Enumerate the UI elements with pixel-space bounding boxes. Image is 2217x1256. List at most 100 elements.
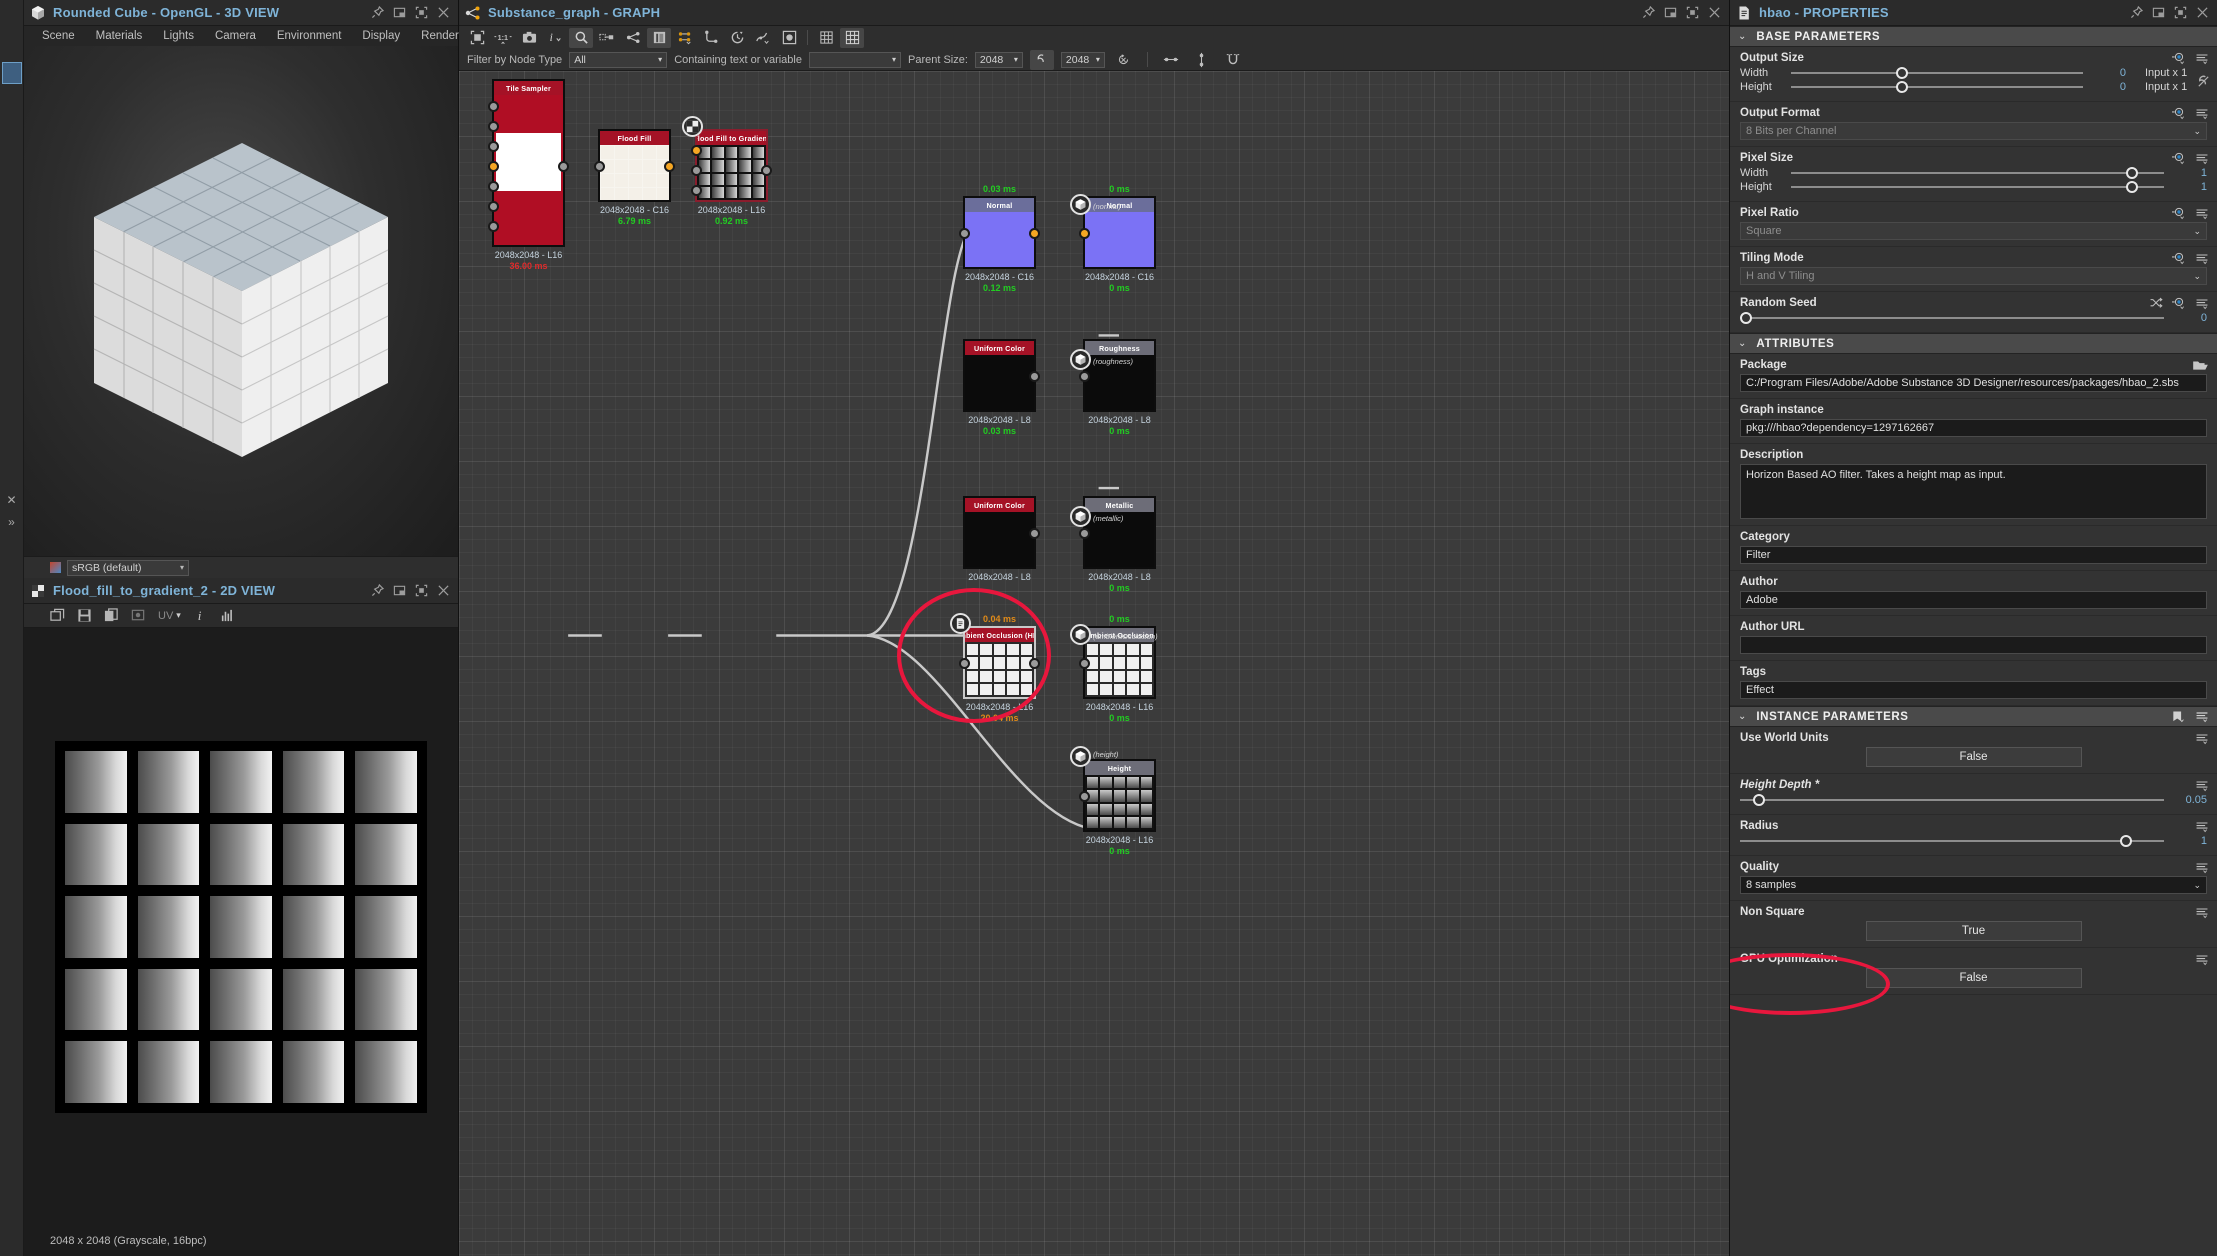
filter-text-input[interactable]: ▾ (808, 51, 901, 68)
close-icon[interactable] (437, 584, 450, 597)
tiling-mode-select[interactable]: H and V Tiling ⌄ (1740, 267, 2207, 285)
author-url-input[interactable] (1740, 636, 2207, 654)
maximize-icon[interactable] (2174, 6, 2187, 19)
slider-knob[interactable] (1896, 81, 1909, 93)
maximize-icon[interactable] (415, 6, 428, 19)
node-input-port[interactable] (488, 101, 499, 112)
height-slider[interactable] (1791, 81, 2083, 93)
uv-select[interactable]: UV ▾ (158, 610, 181, 622)
node-output-port[interactable] (1029, 371, 1040, 382)
info-icon[interactable]: i (193, 608, 208, 623)
slider-knob[interactable] (2126, 167, 2138, 179)
parameter-menu-icon[interactable] (2195, 732, 2209, 745)
search-icon[interactable] (569, 27, 593, 48)
maximize-icon[interactable] (1686, 6, 1699, 19)
slider-knob[interactable] (1752, 794, 1765, 806)
node-input-port[interactable] (1079, 658, 1090, 669)
expose-parameter-icon[interactable] (2172, 252, 2186, 265)
expose-parameter-icon[interactable] (2172, 297, 2186, 310)
node-box[interactable]: Uniform Color (963, 339, 1040, 412)
close-icon[interactable] (1708, 6, 1721, 19)
info-dropdown-icon[interactable]: i (543, 28, 567, 48)
use-world-units-toggle[interactable]: False (1865, 747, 2082, 767)
chevron-down-icon[interactable]: ⌄ (1738, 31, 1746, 42)
description-textarea[interactable]: Horizon Based AO filter. Takes a height … (1740, 464, 2207, 519)
bookmark-icon[interactable] (2171, 710, 2185, 723)
close-icon[interactable] (437, 6, 450, 19)
node-roughness-output[interactable]: Roughness (roughness) 2048x2048 - L8 0 m… (1070, 339, 1156, 436)
expose-parameter-icon[interactable] (2172, 107, 2186, 120)
node-box[interactable]: Flood Fill to Gradient (691, 129, 772, 202)
folder-open-icon[interactable] (2192, 359, 2209, 372)
node-flood-fill-to-gradient[interactable]: Flood Fill to Gradient 2048x2048 - L (682, 116, 772, 226)
section-attributes[interactable]: ⌄ ATTRIBUTES (1730, 333, 2217, 354)
quality-select[interactable]: 8 samples ⌄ (1740, 876, 2207, 894)
node-flood-fill[interactable]: Flood Fill 2048x2048 - C16 6.79 ms (594, 129, 675, 226)
node-input-port[interactable] (488, 121, 499, 132)
parameter-menu-icon[interactable] (2195, 252, 2209, 265)
copy-icon[interactable] (104, 608, 119, 623)
node-box[interactable]: Tile Sampler (488, 79, 569, 247)
histogram-icon[interactable] (220, 608, 235, 623)
expose-parameter-icon[interactable] (2172, 207, 2186, 220)
view-3d-viewport[interactable] (24, 46, 458, 556)
slider-knob[interactable] (2126, 181, 2138, 193)
parameter-menu-icon[interactable] (2195, 820, 2209, 833)
node-output-port[interactable] (1029, 228, 1040, 239)
pin-icon[interactable] (371, 6, 384, 19)
rail-active-indicator[interactable] (1, 62, 22, 84)
grid-visibility-icon[interactable] (840, 27, 864, 48)
node-output-port[interactable] (558, 161, 569, 172)
node-output-port[interactable] (1029, 658, 1040, 669)
node-output-badge[interactable] (1070, 506, 1091, 527)
parameter-menu-icon[interactable] (2195, 107, 2209, 120)
parameter-menu-icon[interactable] (2195, 906, 2209, 919)
parameter-menu-icon[interactable] (2195, 152, 2209, 165)
link-values-icon[interactable] (2196, 74, 2211, 89)
gpu-optimization-toggle[interactable]: False (1865, 968, 2082, 988)
height-depth-slider[interactable] (1740, 794, 2164, 806)
node-input-port[interactable] (959, 228, 970, 239)
menu-environment[interactable]: Environment (277, 30, 342, 42)
duplicate-view-icon[interactable] (50, 608, 65, 623)
close-icon[interactable] (2196, 6, 2209, 19)
node-normal-filter[interactable]: 0.03 ms Normal 2048x2048 - C16 0.12 ms (959, 184, 1040, 293)
fit-view-icon[interactable] (465, 28, 489, 48)
node-output-badge[interactable] (1070, 746, 1091, 767)
grid-snap-icon[interactable] (814, 28, 838, 48)
curve-tool-icon[interactable] (751, 28, 775, 48)
pin-icon[interactable] (2130, 6, 2143, 19)
timing-icon[interactable] (725, 28, 749, 48)
pin-icon[interactable] (371, 584, 384, 597)
node-box[interactable]: Height (1079, 759, 1156, 832)
node-input-port[interactable] (488, 161, 499, 172)
non-square-toggle[interactable]: True (1865, 921, 2082, 941)
rail-close-icon[interactable]: ✕ (6, 494, 16, 506)
one-to-one-zoom-icon[interactable]: 1:1 (491, 28, 515, 48)
height-depth-value[interactable]: 0.05 (2173, 794, 2207, 806)
section-base-parameters[interactable]: ⌄ BASE PARAMETERS (1730, 26, 2217, 47)
chevron-down-icon[interactable]: ⌄ (1738, 711, 1746, 722)
filter-node-type-select[interactable]: All ▾ (569, 51, 668, 68)
parameter-menu-icon[interactable] (2195, 953, 2209, 966)
package-path-input[interactable]: C:/Program Files/Adobe/Adobe Substance 3… (1740, 374, 2207, 392)
parameter-menu-icon[interactable] (2195, 861, 2209, 874)
node-input-port[interactable] (1079, 528, 1090, 539)
slider-knob[interactable] (2120, 835, 2132, 847)
random-seed-slider[interactable] (1740, 312, 2164, 324)
parameter-menu-icon[interactable] (2195, 52, 2209, 65)
menu-camera[interactable]: Camera (215, 30, 256, 42)
shuffle-icon[interactable] (2149, 297, 2163, 310)
screenshot-icon[interactable] (517, 28, 541, 48)
link-size-icon[interactable] (1029, 49, 1054, 70)
node-metallic-output[interactable]: Metallic (metallic) 2048x2048 - L8 0 ms (1070, 496, 1156, 593)
expose-parameter-icon[interactable] (2172, 52, 2186, 65)
node-input-port[interactable] (959, 658, 970, 669)
node-params-icon[interactable] (673, 28, 697, 48)
node-uniform-color-metallic[interactable]: Uniform Color 2048x2048 - L8 (963, 496, 1040, 582)
pixel-height-slider[interactable] (1791, 181, 2164, 193)
node-box[interactable]: Ambient Occlusion (HB... (959, 626, 1040, 699)
pin-icon[interactable] (1642, 6, 1655, 19)
node-input-port[interactable] (594, 161, 605, 172)
node-2d-view-badge[interactable] (682, 116, 703, 137)
